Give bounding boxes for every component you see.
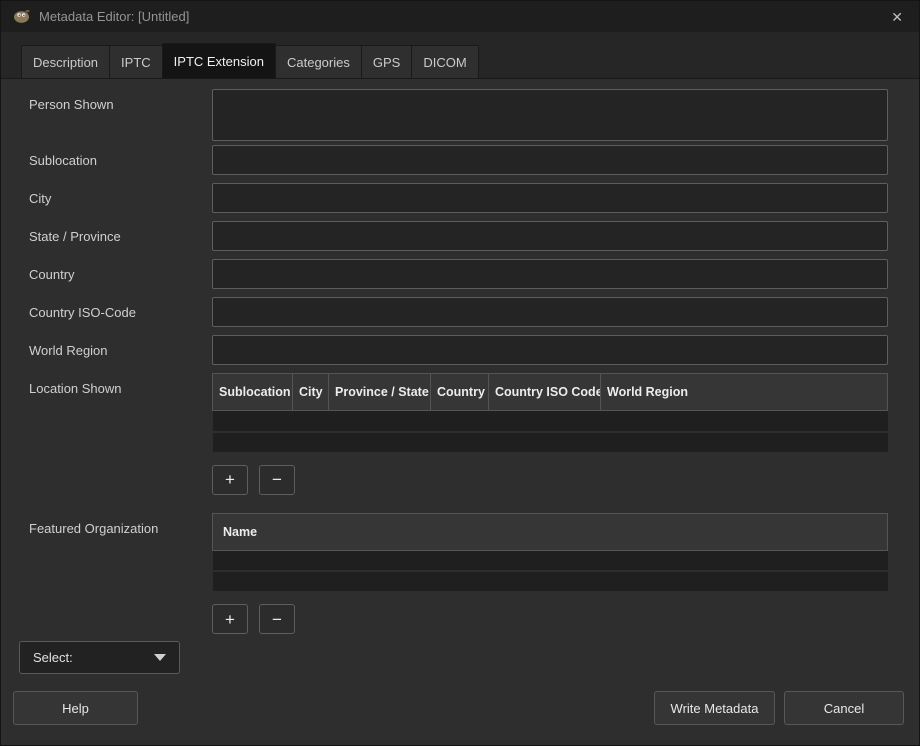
state-province-input[interactable] — [212, 221, 888, 251]
select-dropdown-label: Select: — [33, 650, 154, 665]
table-cell[interactable] — [601, 411, 888, 432]
tab-categories[interactable]: Categories — [275, 45, 362, 78]
cancel-button[interactable]: Cancel — [784, 691, 904, 725]
country-input[interactable] — [212, 259, 888, 289]
field-row-city: City — [29, 183, 888, 213]
window-title: Metadata Editor: [Untitled] — [39, 9, 878, 24]
table-cell[interactable] — [489, 432, 601, 453]
col-header-name[interactable]: Name — [213, 513, 888, 550]
field-row-world-region: World Region — [29, 335, 888, 365]
table-cell[interactable] — [489, 411, 601, 432]
featured-organization-header-row: Name — [213, 513, 888, 550]
location-shown-table: Sublocation City Province / State Countr… — [212, 373, 888, 454]
table-row[interactable] — [213, 550, 888, 571]
person-shown-label: Person Shown — [29, 89, 212, 112]
tab-gps[interactable]: GPS — [361, 45, 412, 78]
featured-organization-table: Name — [212, 513, 888, 594]
sublocation-label: Sublocation — [29, 145, 212, 168]
remove-icon[interactable]: − — [259, 465, 295, 495]
location-shown-actions: + − — [212, 465, 888, 495]
col-header-world-region[interactable]: World Region — [601, 374, 888, 411]
featured-organization-actions: + − — [212, 604, 888, 634]
table-cell[interactable] — [329, 432, 431, 453]
country-label: Country — [29, 259, 212, 282]
table-cell[interactable] — [213, 411, 293, 432]
sublocation-input[interactable] — [212, 145, 888, 175]
write-metadata-button[interactable]: Write Metadata — [654, 691, 775, 725]
tab-iptc-extension[interactable]: IPTC Extension — [162, 43, 276, 78]
table-row[interactable] — [213, 411, 888, 432]
col-header-sublocation[interactable]: Sublocation — [213, 374, 293, 411]
table-cell[interactable] — [213, 571, 888, 592]
location-shown-label: Location Shown — [29, 373, 212, 396]
add-icon[interactable]: + — [212, 465, 248, 495]
table-cell[interactable] — [431, 411, 489, 432]
field-row-country-iso-code: Country ISO-Code — [29, 297, 888, 327]
location-shown-header-row: Sublocation City Province / State Countr… — [213, 374, 888, 411]
table-cell[interactable] — [431, 432, 489, 453]
table-cell[interactable] — [293, 411, 329, 432]
field-row-state-province: State / Province — [29, 221, 888, 251]
field-row-location-shown: Location Shown Sublocation City Province… — [29, 373, 888, 509]
city-input[interactable] — [212, 183, 888, 213]
tab-dicom[interactable]: DICOM — [411, 45, 478, 78]
tab-description[interactable]: Description — [21, 45, 110, 78]
table-cell[interactable] — [601, 432, 888, 453]
table-cell[interactable] — [213, 550, 888, 571]
field-row-featured-organization: Featured Organization Name + − — [29, 513, 888, 635]
col-header-country-iso-code[interactable]: Country ISO Code — [489, 374, 601, 411]
remove-icon[interactable]: − — [259, 604, 295, 634]
add-icon[interactable]: + — [212, 604, 248, 634]
world-region-label: World Region — [29, 335, 212, 358]
field-row-person-shown: Person Shown — [29, 89, 888, 141]
state-province-label: State / Province — [29, 221, 212, 244]
app-icon — [13, 9, 30, 24]
titlebar: Metadata Editor: [Untitled] ✕ — [1, 1, 919, 32]
metadata-editor-window: Metadata Editor: [Untitled] ✕ Descriptio… — [0, 0, 920, 746]
person-shown-input[interactable] — [212, 89, 888, 141]
city-label: City — [29, 183, 212, 206]
table-row[interactable] — [213, 571, 888, 592]
select-dropdown[interactable]: Select: — [19, 641, 180, 674]
field-row-country: Country — [29, 259, 888, 289]
iptc-extension-panel: Person Shown Sublocation City State / Pr… — [1, 79, 919, 634]
tab-iptc[interactable]: IPTC — [109, 45, 163, 78]
country-iso-code-input[interactable] — [212, 297, 888, 327]
select-row: Select: — [1, 634, 919, 681]
col-header-country[interactable]: Country — [431, 374, 489, 411]
field-row-sublocation: Sublocation — [29, 145, 888, 175]
col-header-city[interactable]: City — [293, 374, 329, 411]
dialog-footer: Help Write Metadata Cancel — [1, 681, 919, 745]
close-icon[interactable]: ✕ — [887, 8, 907, 26]
country-iso-code-label: Country ISO-Code — [29, 297, 212, 320]
tab-strip: Description IPTC IPTC Extension Categori… — [1, 32, 919, 79]
table-row[interactable] — [213, 432, 888, 453]
chevron-down-icon — [154, 654, 166, 661]
table-cell[interactable] — [293, 432, 329, 453]
table-cell[interactable] — [329, 411, 431, 432]
featured-organization-label: Featured Organization — [29, 513, 212, 536]
table-cell[interactable] — [213, 432, 293, 453]
help-button[interactable]: Help — [13, 691, 138, 725]
world-region-input[interactable] — [212, 335, 888, 365]
col-header-province-state[interactable]: Province / State — [329, 374, 431, 411]
